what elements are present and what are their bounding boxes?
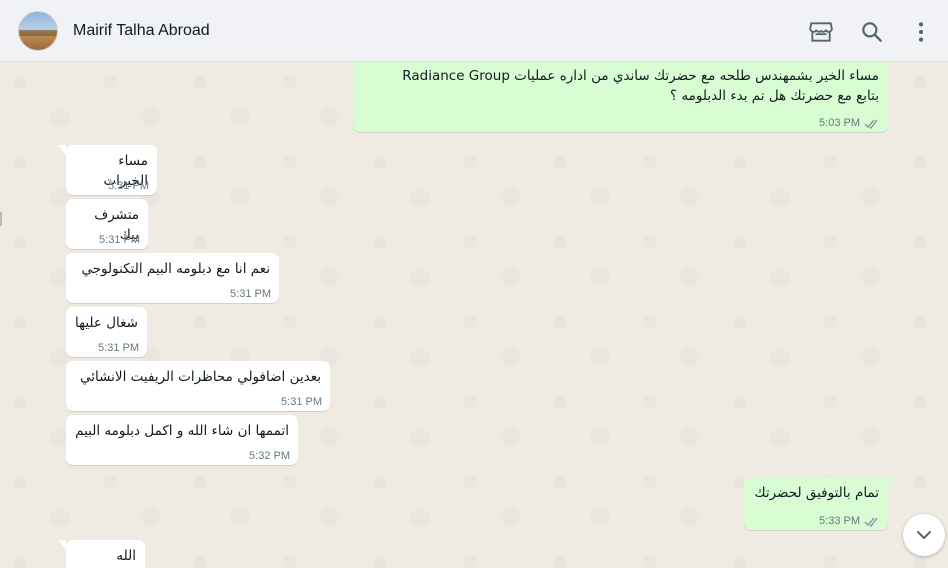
double-check-icon [864, 119, 878, 129]
bubble-tail [58, 540, 66, 550]
bubble-tail [888, 477, 896, 487]
message-time: 5:31 PM [99, 234, 140, 246]
message-time: 5:31 PM [230, 288, 271, 300]
message-text-line: بتابع مع حضرتك هل تم بدء الدبلومه ؟ [669, 88, 879, 104]
left-edge-handle [0, 212, 2, 226]
message-meta: 5:31 PM [281, 396, 322, 408]
message-bubble-incoming[interactable]: متشرف بيك 5:31 PM [66, 199, 148, 249]
message-bubble-outgoing[interactable]: تمام بالتوفيق لحضرتك 5:33 PM [744, 477, 896, 530]
contact-name[interactable]: Mairif Talha Abroad [73, 22, 210, 40]
message-time: 5:33 PM [819, 515, 860, 527]
message-meta: 5:03 PM [819, 117, 880, 129]
menu-dots-icon[interactable] [908, 19, 934, 45]
message-bubble-incoming[interactable]: نعم انا مع دبلومه البيم التكنولوجي 5:31 … [66, 253, 279, 303]
message-bubble-incoming[interactable]: اتممها ان شاء الله و اكمل دبلومه البيم 5… [66, 415, 298, 465]
message-bubble-incoming[interactable]: مساء الخيرات 5:31 PM [58, 145, 157, 195]
message-text: شغال عليها [75, 315, 138, 331]
chevron-down-icon [917, 531, 931, 539]
message-time: 5:32 PM [249, 450, 290, 462]
message-meta: 5:31 PM [98, 342, 139, 354]
contact-avatar[interactable] [18, 11, 58, 51]
message-bubble-incoming[interactable]: بعدين اضافولي محاظرات الريفيت الانشائي 5… [66, 361, 330, 411]
scroll-to-bottom-button[interactable] [903, 514, 945, 556]
message-text: اتممها ان شاء الله و اكمل دبلومه البيم [75, 423, 289, 439]
message-meta: 5:31 PM [108, 180, 149, 192]
message-meta: 5:31 PM [99, 234, 140, 246]
message-time: 5:31 PM [281, 396, 322, 408]
message-text-line: مساء الخير بشمهندس طلحه مع حضرتك ساندي م… [402, 68, 879, 84]
message-bubble-outgoing[interactable]: مساء الخير بشمهندس طلحه مع حضرتك ساندي م… [353, 62, 888, 132]
message-list[interactable]: مساء الخير بشمهندس طلحه مع حضرتك ساندي م… [0, 62, 948, 568]
message-meta: 5:31 PM [230, 288, 271, 300]
message-text: الله يسلمك [116, 548, 136, 564]
double-check-icon [864, 517, 878, 527]
message-text: تمام بالتوفيق لحضرتك [754, 485, 879, 501]
message-meta: 5:33 PM [819, 515, 880, 527]
message-text: بعدين اضافولي محاظرات الريفيت الانشائي [80, 369, 321, 385]
message-bubble-incoming[interactable]: الله يسلمك [58, 540, 145, 568]
message-text: نعم انا مع دبلومه البيم التكنولوجي [81, 261, 270, 277]
message-bubble-incoming[interactable]: شغال عليها 5:31 PM [66, 307, 147, 357]
shop-icon[interactable] [808, 19, 834, 45]
message-time: 5:31 PM [108, 180, 149, 192]
search-icon[interactable] [859, 19, 885, 45]
chat-header: Mairif Talha Abroad [0, 0, 948, 62]
bubble-tail [58, 145, 66, 155]
message-time: 5:31 PM [98, 342, 139, 354]
message-meta: 5:32 PM [249, 450, 290, 462]
message-time: 5:03 PM [819, 117, 860, 129]
